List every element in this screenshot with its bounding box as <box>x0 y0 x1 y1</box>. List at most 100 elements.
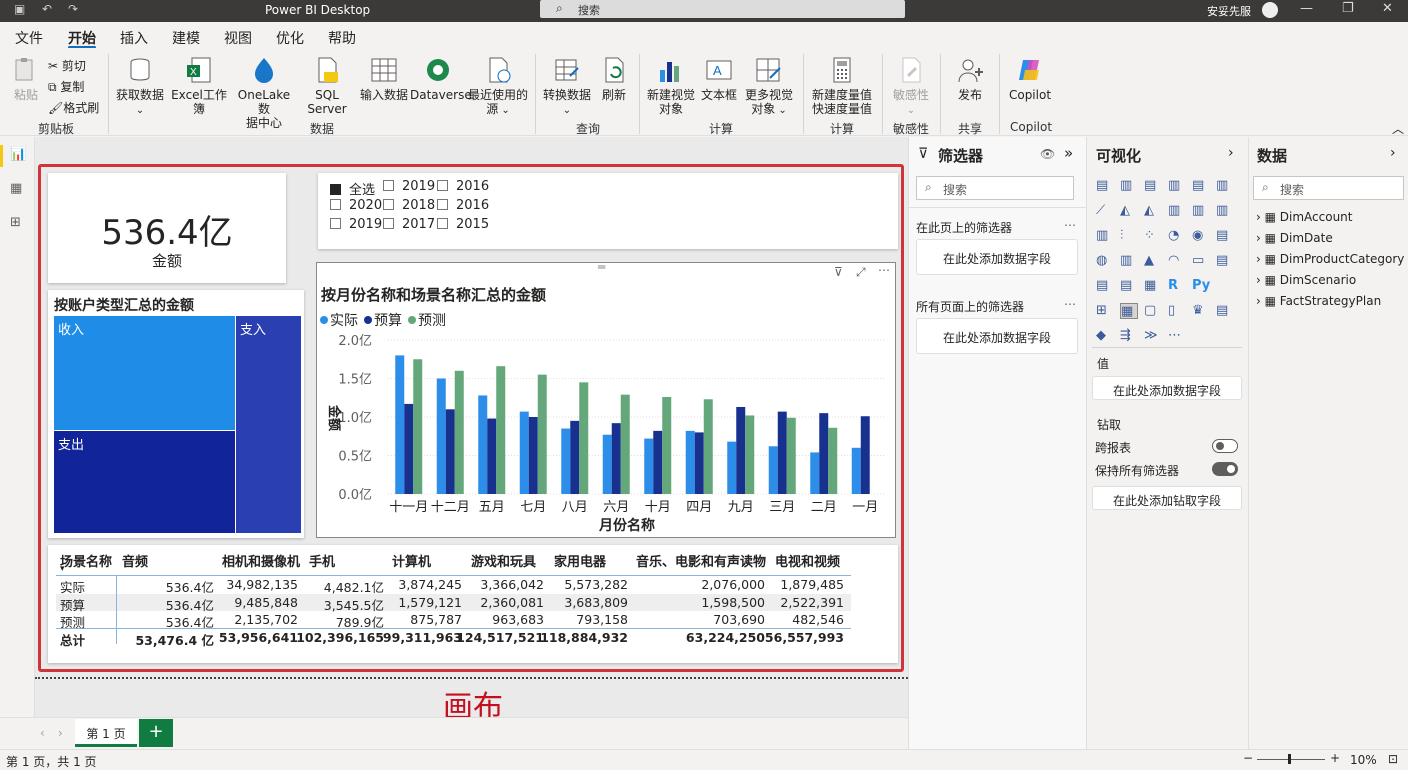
slicer-icon[interactable]: ▤ <box>1120 278 1138 294</box>
scatter-icon[interactable]: ⁘ <box>1144 228 1162 244</box>
data-table-item[interactable]: › ▦ FactStrategyPlan <box>1256 294 1381 308</box>
onelake-button[interactable]: OneLake数 据中心 <box>232 56 296 130</box>
funnel-icon[interactable]: ⫶ <box>1120 228 1138 244</box>
stacked-bar-icon[interactable]: ▤ <box>1096 178 1114 194</box>
menu-insert[interactable]: 插入 <box>120 28 148 48</box>
model-view-icon[interactable]: ⊞ <box>10 215 26 230</box>
zoom-out-icon[interactable]: − <box>1243 751 1253 765</box>
donut-icon[interactable]: ◉ <box>1192 228 1210 244</box>
chevron-right-icon[interactable]: › <box>1228 145 1234 161</box>
power-automate-icon[interactable]: ⇶ <box>1120 328 1138 344</box>
get-data-button[interactable]: 获取数据 ⌄ <box>114 56 166 118</box>
multi-card-icon[interactable]: ▤ <box>1216 253 1234 269</box>
collapse-ribbon-icon[interactable]: ︿ <box>1392 120 1404 137</box>
publish-button[interactable]: 发布 <box>948 56 992 102</box>
more-visuals-button[interactable]: 更多视觉 对象 ⌄ <box>742 56 796 118</box>
line-chart-icon[interactable]: ⟋ <box>1096 203 1114 219</box>
waterfall-icon[interactable]: ▥ <box>1096 228 1114 244</box>
map-icon[interactable]: ◍ <box>1096 253 1114 269</box>
close-icon[interactable]: ✕ <box>1382 1 1393 16</box>
new-visual-button[interactable]: 新建视觉 对象 <box>644 56 698 116</box>
azure-map-icon[interactable]: ▲ <box>1144 253 1162 269</box>
matrix-icon[interactable]: ⊞ <box>1096 303 1114 319</box>
ribbon-chart-icon[interactable]: ▥ <box>1216 203 1234 219</box>
data-table-item[interactable]: › ▦ DimProductCategory <box>1256 252 1404 266</box>
format-painter-button[interactable]: 🖌格式刷 <box>48 99 99 116</box>
data-table-item[interactable]: › ▦ DimScenario <box>1256 273 1356 287</box>
menu-home[interactable]: 开始 <box>68 28 96 48</box>
paste-button[interactable]: 粘贴 <box>8 56 44 102</box>
menu-help[interactable]: 帮助 <box>328 28 356 48</box>
dataverse-button[interactable]: Dataverse <box>410 56 472 102</box>
zoom-slider-thumb[interactable] <box>1288 754 1291 764</box>
kpi-icon[interactable]: ▤ <box>1096 278 1114 294</box>
add-filter-field-dropzone[interactable]: 在此处添加数据字段 <box>916 318 1078 354</box>
title-search-box[interactable]: ⌕ 搜索 <box>540 0 905 18</box>
refresh-button[interactable]: 刷新 <box>594 56 634 102</box>
sql-server-button[interactable]: SQL Server <box>296 56 358 116</box>
excel-button[interactable]: X Excel工作簿 <box>167 56 231 116</box>
power-apps-icon[interactable]: ◆ <box>1096 328 1114 344</box>
filled-map-icon[interactable]: ▥ <box>1120 253 1138 269</box>
prev-page-icon[interactable]: ‹ <box>40 726 45 740</box>
r-visual-icon[interactable]: R <box>1168 278 1186 294</box>
transform-data-button[interactable]: 转换数据 ⌄ <box>540 56 594 118</box>
restore-icon[interactable]: ❐ <box>1342 1 1354 16</box>
treemap-icon[interactable]: ▤ <box>1216 228 1234 244</box>
minimize-icon[interactable]: — <box>1300 1 1313 16</box>
table-icon[interactable]: ▦ <box>1144 278 1162 294</box>
python-visual-icon[interactable]: Py <box>1192 278 1210 294</box>
area-chart-icon[interactable]: ◭ <box>1120 203 1138 219</box>
gauge-icon[interactable]: ◠ <box>1168 253 1186 269</box>
avatar[interactable] <box>1262 2 1278 18</box>
cross-report-toggle[interactable] <box>1212 439 1238 453</box>
goals-icon[interactable]: ≫ <box>1144 328 1162 344</box>
user-name[interactable]: 安妥先服 <box>1207 3 1251 19</box>
new-measure-button[interactable]: 新建度量值 快速度量值 <box>808 56 876 116</box>
line-stacked-icon[interactable]: ▥ <box>1192 203 1210 219</box>
100-bar-icon[interactable]: ▤ <box>1192 178 1210 194</box>
next-page-icon[interactable]: › <box>58 726 63 740</box>
add-page-button[interactable]: + <box>139 719 173 747</box>
add-filter-field-dropzone[interactable]: 在此处添加数据字段 <box>916 239 1078 275</box>
report-view-icon[interactable]: 📊 <box>10 147 26 162</box>
filters-search-input[interactable]: ⌕ 搜索 <box>916 176 1074 200</box>
eye-icon[interactable]: 👁 <box>1040 147 1055 161</box>
more-options-icon[interactable]: ⋯ <box>1064 218 1076 232</box>
menu-view[interactable]: 视图 <box>224 28 252 48</box>
textbox-button[interactable]: A 文本框 <box>698 56 740 102</box>
stacked-column-icon[interactable]: ▥ <box>1120 178 1138 194</box>
menu-file[interactable]: 文件 <box>15 28 43 48</box>
qa-icon[interactable]: ▢ <box>1144 303 1162 319</box>
cut-button[interactable]: ✂ 剪切 <box>48 57 86 74</box>
card-icon[interactable]: ▭ <box>1192 253 1210 269</box>
recent-sources-button[interactable]: 最近使用的源 ⌄ <box>466 56 530 118</box>
collapse-pane-icon[interactable]: » <box>1064 144 1073 162</box>
clustered-column-icon[interactable]: ▥ <box>1168 178 1186 194</box>
save-icon[interactable]: ▣ <box>14 2 28 18</box>
more-options-icon[interactable]: ⋯ <box>1064 297 1076 311</box>
menu-optimize[interactable]: 优化 <box>276 28 304 48</box>
chevron-right-icon[interactable]: › <box>1390 145 1396 161</box>
stacked-area-icon[interactable]: ◭ <box>1144 203 1162 219</box>
fit-to-page-icon[interactable]: ⊡ <box>1388 752 1398 766</box>
narrative-icon[interactable]: ▯ <box>1168 303 1186 319</box>
100-column-icon[interactable]: ▥ <box>1216 178 1234 194</box>
copilot-button[interactable]: Copilot <box>1006 56 1054 102</box>
zoom-in-icon[interactable]: + <box>1330 751 1340 765</box>
data-table-item[interactable]: › ▦ DimAccount <box>1256 210 1352 224</box>
menu-modeling[interactable]: 建模 <box>172 28 200 48</box>
page-tab[interactable]: 第 1 页 <box>75 719 137 747</box>
data-table-item[interactable]: › ▦ DimDate <box>1256 231 1333 245</box>
trophy-icon[interactable]: ♛ <box>1192 303 1210 319</box>
keep-filters-toggle[interactable] <box>1212 462 1238 476</box>
zoom-slider[interactable] <box>1257 759 1325 760</box>
table-view-icon[interactable]: ▦ <box>10 181 26 196</box>
more-visuals-icon[interactable]: ⋯ <box>1168 328 1186 344</box>
copy-button[interactable]: ⧉ 复制 <box>48 78 84 95</box>
undo-icon[interactable]: ↶ <box>42 2 56 18</box>
drillthrough-dropzone[interactable]: 在此处添加钻取字段 <box>1092 486 1242 510</box>
enter-data-button[interactable]: 输入数据 <box>358 56 410 102</box>
paginated-icon[interactable]: ▤ <box>1216 303 1234 319</box>
decomposition-icon[interactable]: ▦ <box>1120 303 1138 319</box>
